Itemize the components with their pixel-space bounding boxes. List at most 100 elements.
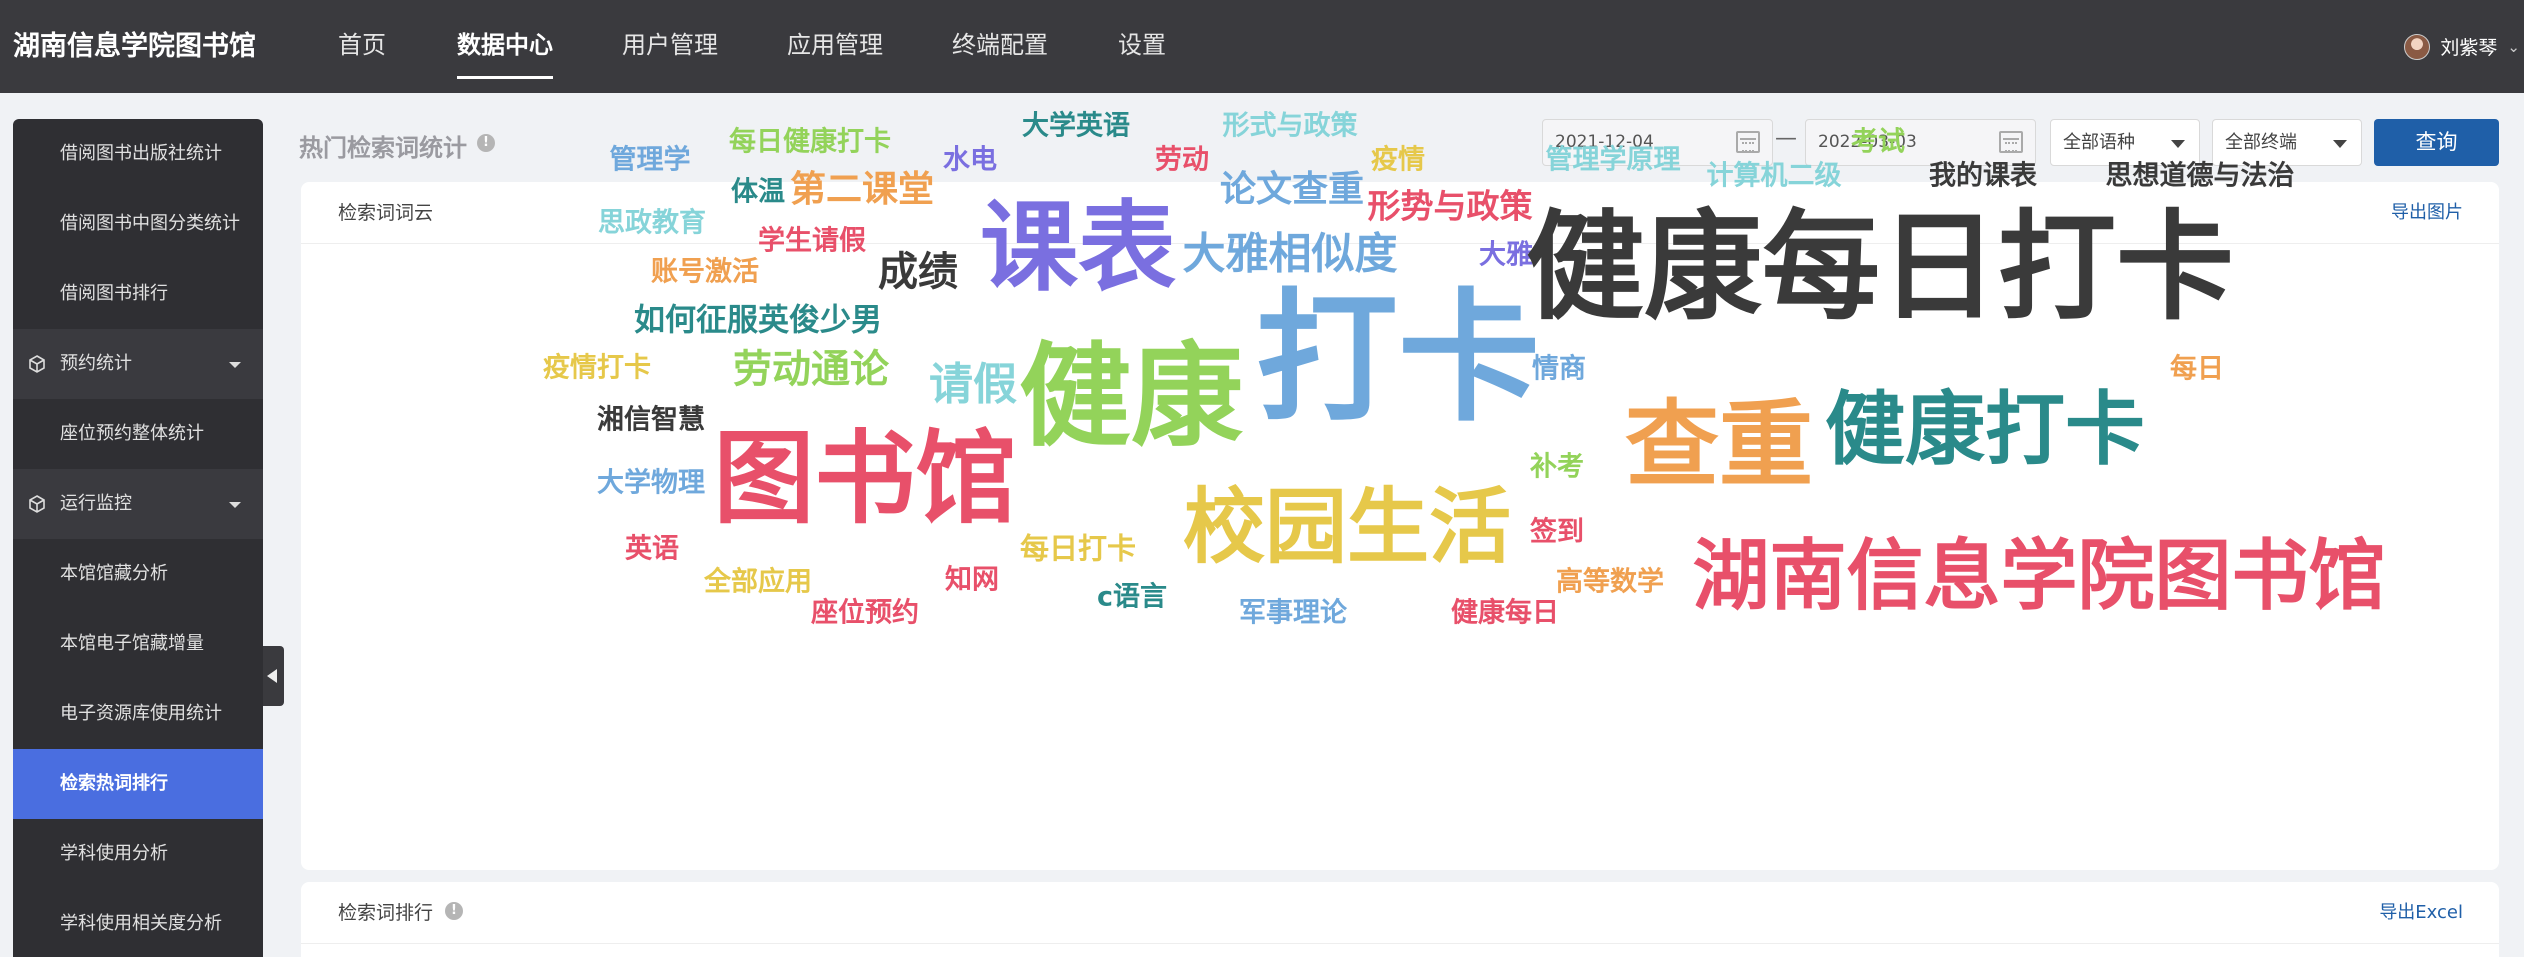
nav-user-management[interactable]: 用户管理 [622, 0, 718, 93]
cloud-word: 湘信智慧 [597, 404, 705, 436]
cloud-word: 大学英语 [1022, 110, 1130, 142]
terminal-select[interactable]: 全部终端 [2212, 119, 2362, 166]
cloud-word: c语言 [1096, 581, 1168, 613]
caret-down-icon [229, 362, 241, 368]
page-title: 热门检索词统计 [299, 134, 467, 162]
nav-data-center[interactable]: 数据中心 [457, 0, 553, 93]
sidebar-item-label: 本馆馆藏分析 [60, 563, 168, 584]
cloud-word: 图书馆 [713, 419, 1017, 538]
cloud-word: 签到 [1530, 516, 1584, 548]
nav-settings[interactable]: 设置 [1118, 0, 1166, 93]
nav-home[interactable]: 首页 [338, 0, 386, 93]
calendar-icon [1999, 131, 2023, 153]
caret-down-icon [229, 502, 241, 508]
cloud-word: 计算机二级 [1706, 160, 1842, 192]
user-name: 刘紫琴 [2440, 37, 2498, 59]
cloud-word: 学生请假 [758, 225, 866, 257]
export-excel-button[interactable]: 导出Excel [2379, 882, 2463, 944]
app-title: 湖南信息学院图书馆 [13, 31, 256, 62]
sidebar: 借阅图书出版社统计 借阅图书中图分类统计 借阅图书排行 预约统计 座位预约整体统… [13, 119, 263, 957]
sidebar-item-label: 学科使用相关度分析 [60, 913, 222, 934]
cloud-word: 军事理论 [1239, 597, 1347, 629]
cloud-word: 第二课堂 [789, 169, 935, 210]
cloud-word: 考试 [1851, 126, 1905, 158]
sidebar-item-borrow-ranking[interactable]: 借阅图书排行 [13, 259, 263, 329]
cloud-word: 劳动通论 [732, 347, 890, 393]
sidebar-item-label: 运行监控 [60, 493, 132, 514]
ranking-card: 检索词排行 ! 导出Excel [301, 882, 2499, 957]
sidebar-item-label: 预约统计 [60, 353, 132, 374]
cloud-word: 思想道德与法治 [2105, 160, 2295, 192]
user-menu[interactable]: 刘紫琴 ⌄ [2404, 0, 2524, 93]
cloud-word: 疫情 [1371, 144, 1425, 176]
cloud-word: 请假 [929, 359, 1017, 410]
caret-down-icon [2171, 140, 2185, 148]
sidebar-item-label: 本馆电子馆藏增量 [60, 633, 204, 654]
cloud-word: 英语 [625, 533, 679, 565]
nav-terminal-config[interactable]: 终端配置 [952, 0, 1048, 93]
word-cloud-card: 检索词词云 导出图片 管理学 每日健康打卡 水电 大学英语 劳动 形式与政策 疫情 管理学原理… [301, 113, 2499, 870]
card-title: 检索词排行 [338, 902, 434, 924]
cloud-word: 成绩 [878, 249, 958, 295]
cloud-word: 全部应用 [704, 566, 812, 598]
cloud-word: 如何征服英俊少男 [634, 302, 882, 339]
cloud-word: 大雅相似度 [1182, 229, 1398, 280]
sidebar-item-label: 座位预约整体统计 [60, 423, 204, 444]
cloud-word: 每日打卡 [1019, 531, 1137, 566]
end-date-input[interactable]: 2022-03-03 [1805, 119, 2036, 166]
query-button[interactable]: 查询 [2374, 119, 2499, 166]
cloud-word: 补考 [1530, 451, 1584, 483]
cloud-word: 大雅 [1479, 239, 1533, 271]
cloud-word: 我的课表 [1929, 160, 2037, 192]
cloud-word: 管理学 [609, 144, 691, 176]
cloud-word: 水电 [943, 144, 997, 176]
sidebar-collapse-toggle[interactable] [263, 646, 284, 706]
cloud-word: 校园生活 [1182, 480, 1512, 575]
sidebar-item-e-resource-usage[interactable]: 电子资源库使用统计 [13, 679, 263, 749]
sidebar-group-reservation[interactable]: 预约统计 [13, 329, 263, 399]
sidebar-item-publisher-stats[interactable]: 借阅图书出版社统计 [13, 119, 263, 189]
sidebar-item-hot-search-ranking[interactable]: 检索热词排行 [13, 749, 263, 819]
caret-down-icon [2333, 140, 2347, 148]
language-select-value: 全部语种 [2063, 132, 2135, 153]
cloud-word: 形势与政策 [1367, 186, 1533, 226]
language-select[interactable]: 全部语种 [2050, 119, 2200, 166]
cloud-word: 高等数学 [1556, 566, 1664, 598]
terminal-select-value: 全部终端 [2225, 132, 2297, 153]
nav-app-management[interactable]: 应用管理 [787, 0, 883, 93]
cloud-word: 每日健康打卡 [729, 126, 891, 158]
cube-icon [29, 355, 45, 373]
cloud-word: 查重 [1624, 391, 1814, 500]
cloud-word: 论文查重 [1219, 169, 1365, 210]
cloud-word: 座位预约 [811, 597, 919, 629]
cloud-word: 思政教育 [598, 207, 706, 239]
sidebar-item-label: 学科使用分析 [60, 843, 168, 864]
cloud-word: 体温 [731, 176, 785, 208]
top-navbar: 湖南信息学院图书馆 首页 数据中心 用户管理 应用管理 终端配置 设置 刘紫琴 … [0, 0, 2524, 93]
info-icon[interactable]: ! [445, 902, 463, 920]
cloud-word: 账号激活 [651, 256, 759, 288]
sidebar-item-e-collection-growth[interactable]: 本馆电子馆藏增量 [13, 609, 263, 679]
cloud-word: 课表 [979, 191, 1177, 305]
cloud-word: 健康每日打卡 [1525, 198, 2235, 336]
calendar-icon [1736, 131, 1760, 153]
date-range-separator: — [1775, 126, 1797, 151]
card-header: 检索词排行 ! 导出Excel [301, 882, 2499, 944]
word-cloud: 管理学 每日健康打卡 水电 大学英语 劳动 形式与政策 疫情 管理学原理 考试 计算机二级 我的课表… [301, 113, 2499, 864]
sidebar-item-label: 借阅图书排行 [60, 283, 168, 304]
cloud-word: 知网 [945, 564, 999, 596]
cloud-word: 健康每日 [1451, 597, 1559, 629]
sidebar-item-label: 电子资源库使用统计 [60, 703, 222, 724]
sidebar-item-seat-reservation[interactable]: 座位预约整体统计 [13, 399, 263, 469]
sidebar-item-collection-analysis[interactable]: 本馆馆藏分析 [13, 539, 263, 609]
sidebar-item-label: 检索热词排行 [60, 773, 168, 794]
info-icon[interactable]: ! [477, 134, 495, 152]
sidebar-item-subject-correlation[interactable]: 学科使用相关度分析 [13, 889, 263, 957]
sidebar-item-subject-usage[interactable]: 学科使用分析 [13, 819, 263, 889]
cloud-word: 情商 [1532, 353, 1586, 385]
cloud-word: 管理学原理 [1545, 144, 1681, 176]
export-image-button[interactable]: 导出图片 [2391, 182, 2463, 244]
avatar [2404, 33, 2431, 60]
sidebar-item-classification-stats[interactable]: 借阅图书中图分类统计 [13, 189, 263, 259]
sidebar-group-monitoring[interactable]: 运行监控 [13, 469, 263, 539]
